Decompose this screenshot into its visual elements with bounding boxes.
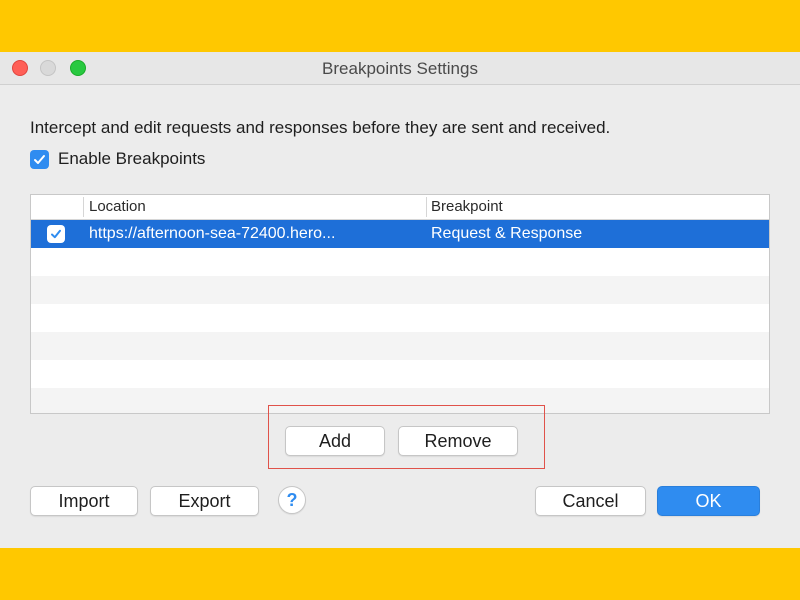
empty-row bbox=[31, 304, 769, 332]
cancel-button[interactable]: Cancel bbox=[535, 486, 646, 516]
ok-button[interactable]: OK bbox=[657, 486, 760, 516]
column-header-location[interactable]: Location bbox=[89, 198, 146, 215]
import-button[interactable]: Import bbox=[30, 486, 138, 516]
column-separator[interactable] bbox=[83, 197, 84, 217]
help-question-mark-icon[interactable]: ? bbox=[278, 486, 306, 514]
column-separator[interactable] bbox=[426, 197, 427, 217]
description-text: Intercept and edit requests and response… bbox=[30, 118, 611, 137]
add-button[interactable]: Add bbox=[285, 426, 385, 456]
enable-breakpoints-checkbox[interactable]: Enable Breakpoints bbox=[30, 149, 205, 169]
window-title: Breakpoints Settings bbox=[322, 59, 478, 78]
checkbox-checked-icon[interactable] bbox=[30, 149, 49, 169]
export-button[interactable]: Export bbox=[150, 486, 259, 516]
breakpoints-table[interactable]: Location Breakpoint https://afternoon-se… bbox=[30, 194, 770, 414]
empty-row bbox=[31, 360, 769, 388]
empty-row bbox=[31, 276, 769, 304]
row-enabled-checkbox[interactable] bbox=[47, 225, 65, 243]
table-row[interactable]: https://afternoon-sea-72400.hero... Requ… bbox=[31, 220, 769, 248]
empty-row bbox=[31, 332, 769, 360]
breakpoints-settings-window: Breakpoints Settings Intercept and edit … bbox=[0, 52, 800, 548]
remove-button[interactable]: Remove bbox=[398, 426, 518, 456]
table-header: Location Breakpoint bbox=[31, 195, 769, 220]
enable-breakpoints-label: Enable Breakpoints bbox=[58, 149, 206, 168]
title-bar: Breakpoints Settings bbox=[0, 52, 800, 85]
column-header-breakpoint[interactable]: Breakpoint bbox=[431, 198, 503, 215]
empty-row bbox=[31, 248, 769, 276]
row-breakpoint-type: Request & Response bbox=[431, 225, 583, 242]
row-location: https://afternoon-sea-72400.hero... bbox=[89, 225, 336, 242]
